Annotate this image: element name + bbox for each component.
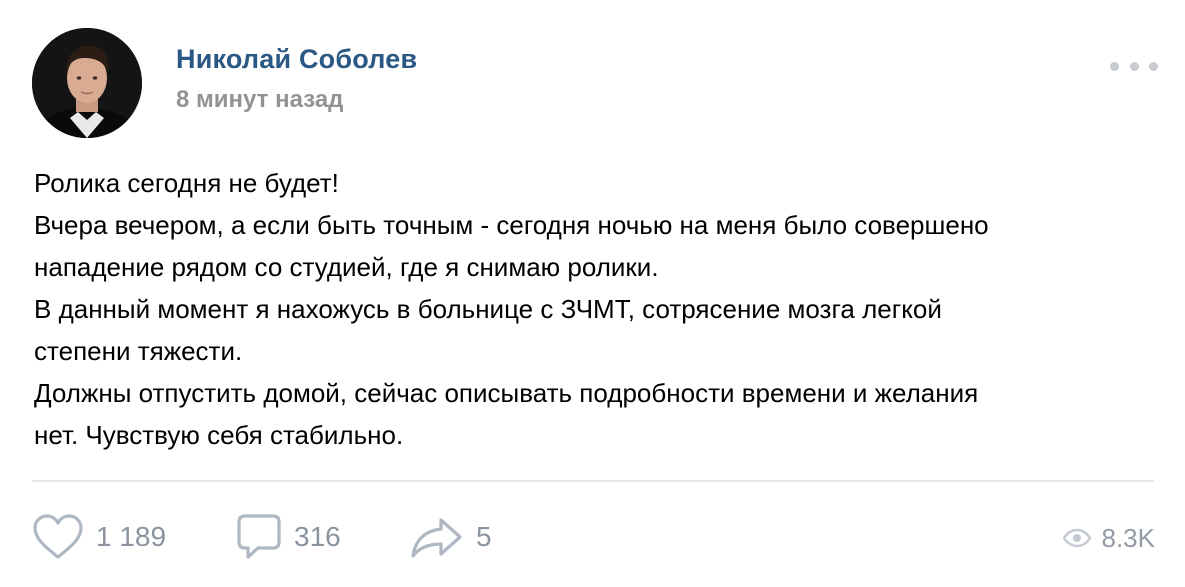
post-text-line: нет. Чувствую себя стабильно. (34, 420, 404, 450)
post-text-line: В данный момент я нахожусь в больнице с … (34, 294, 942, 324)
post-text-line: Ролика сегодня не будет! (34, 168, 339, 198)
like-count: 1 189 (96, 521, 167, 552)
comment-count: 316 (294, 521, 341, 552)
post-time[interactable]: 8 минут назад (176, 86, 343, 114)
post-text-line: нападение рядом со студией, где я снимаю… (34, 252, 659, 282)
avatar[interactable] (32, 28, 142, 138)
eye-icon (1062, 528, 1091, 548)
heart-icon (33, 514, 83, 559)
more-dots-icon[interactable] (1110, 56, 1158, 76)
share-button[interactable]: 5 (410, 512, 492, 562)
dot (1129, 61, 1139, 71)
dot (1110, 61, 1119, 71)
post-text-line: Должны отпустить домой, сейчас описывать… (34, 378, 979, 408)
author-name[interactable]: Николай Соболев (176, 44, 417, 75)
post-text: Ролика сегодня не будет! Вчера вечером, … (34, 162, 1154, 456)
comment-bubble-icon (237, 514, 281, 559)
share-count: 5 (476, 521, 492, 552)
avatar-photo (32, 28, 142, 138)
like-button[interactable]: 1 189 (32, 512, 166, 562)
share-arrow-icon (411, 518, 462, 558)
views-counter: 8.3K (1062, 518, 1156, 558)
post-text-line: Вчера вечером, а если быть точным - сего… (34, 210, 989, 240)
dot (1149, 61, 1158, 71)
comment-button[interactable]: 316 (236, 512, 341, 562)
divider (32, 480, 1154, 482)
post-text-line: степени тяжести. (34, 336, 243, 366)
wall-post: Николай Соболев 8 минут назад Ролика сег… (0, 0, 1185, 587)
views-count: 8.3K (1101, 522, 1156, 553)
